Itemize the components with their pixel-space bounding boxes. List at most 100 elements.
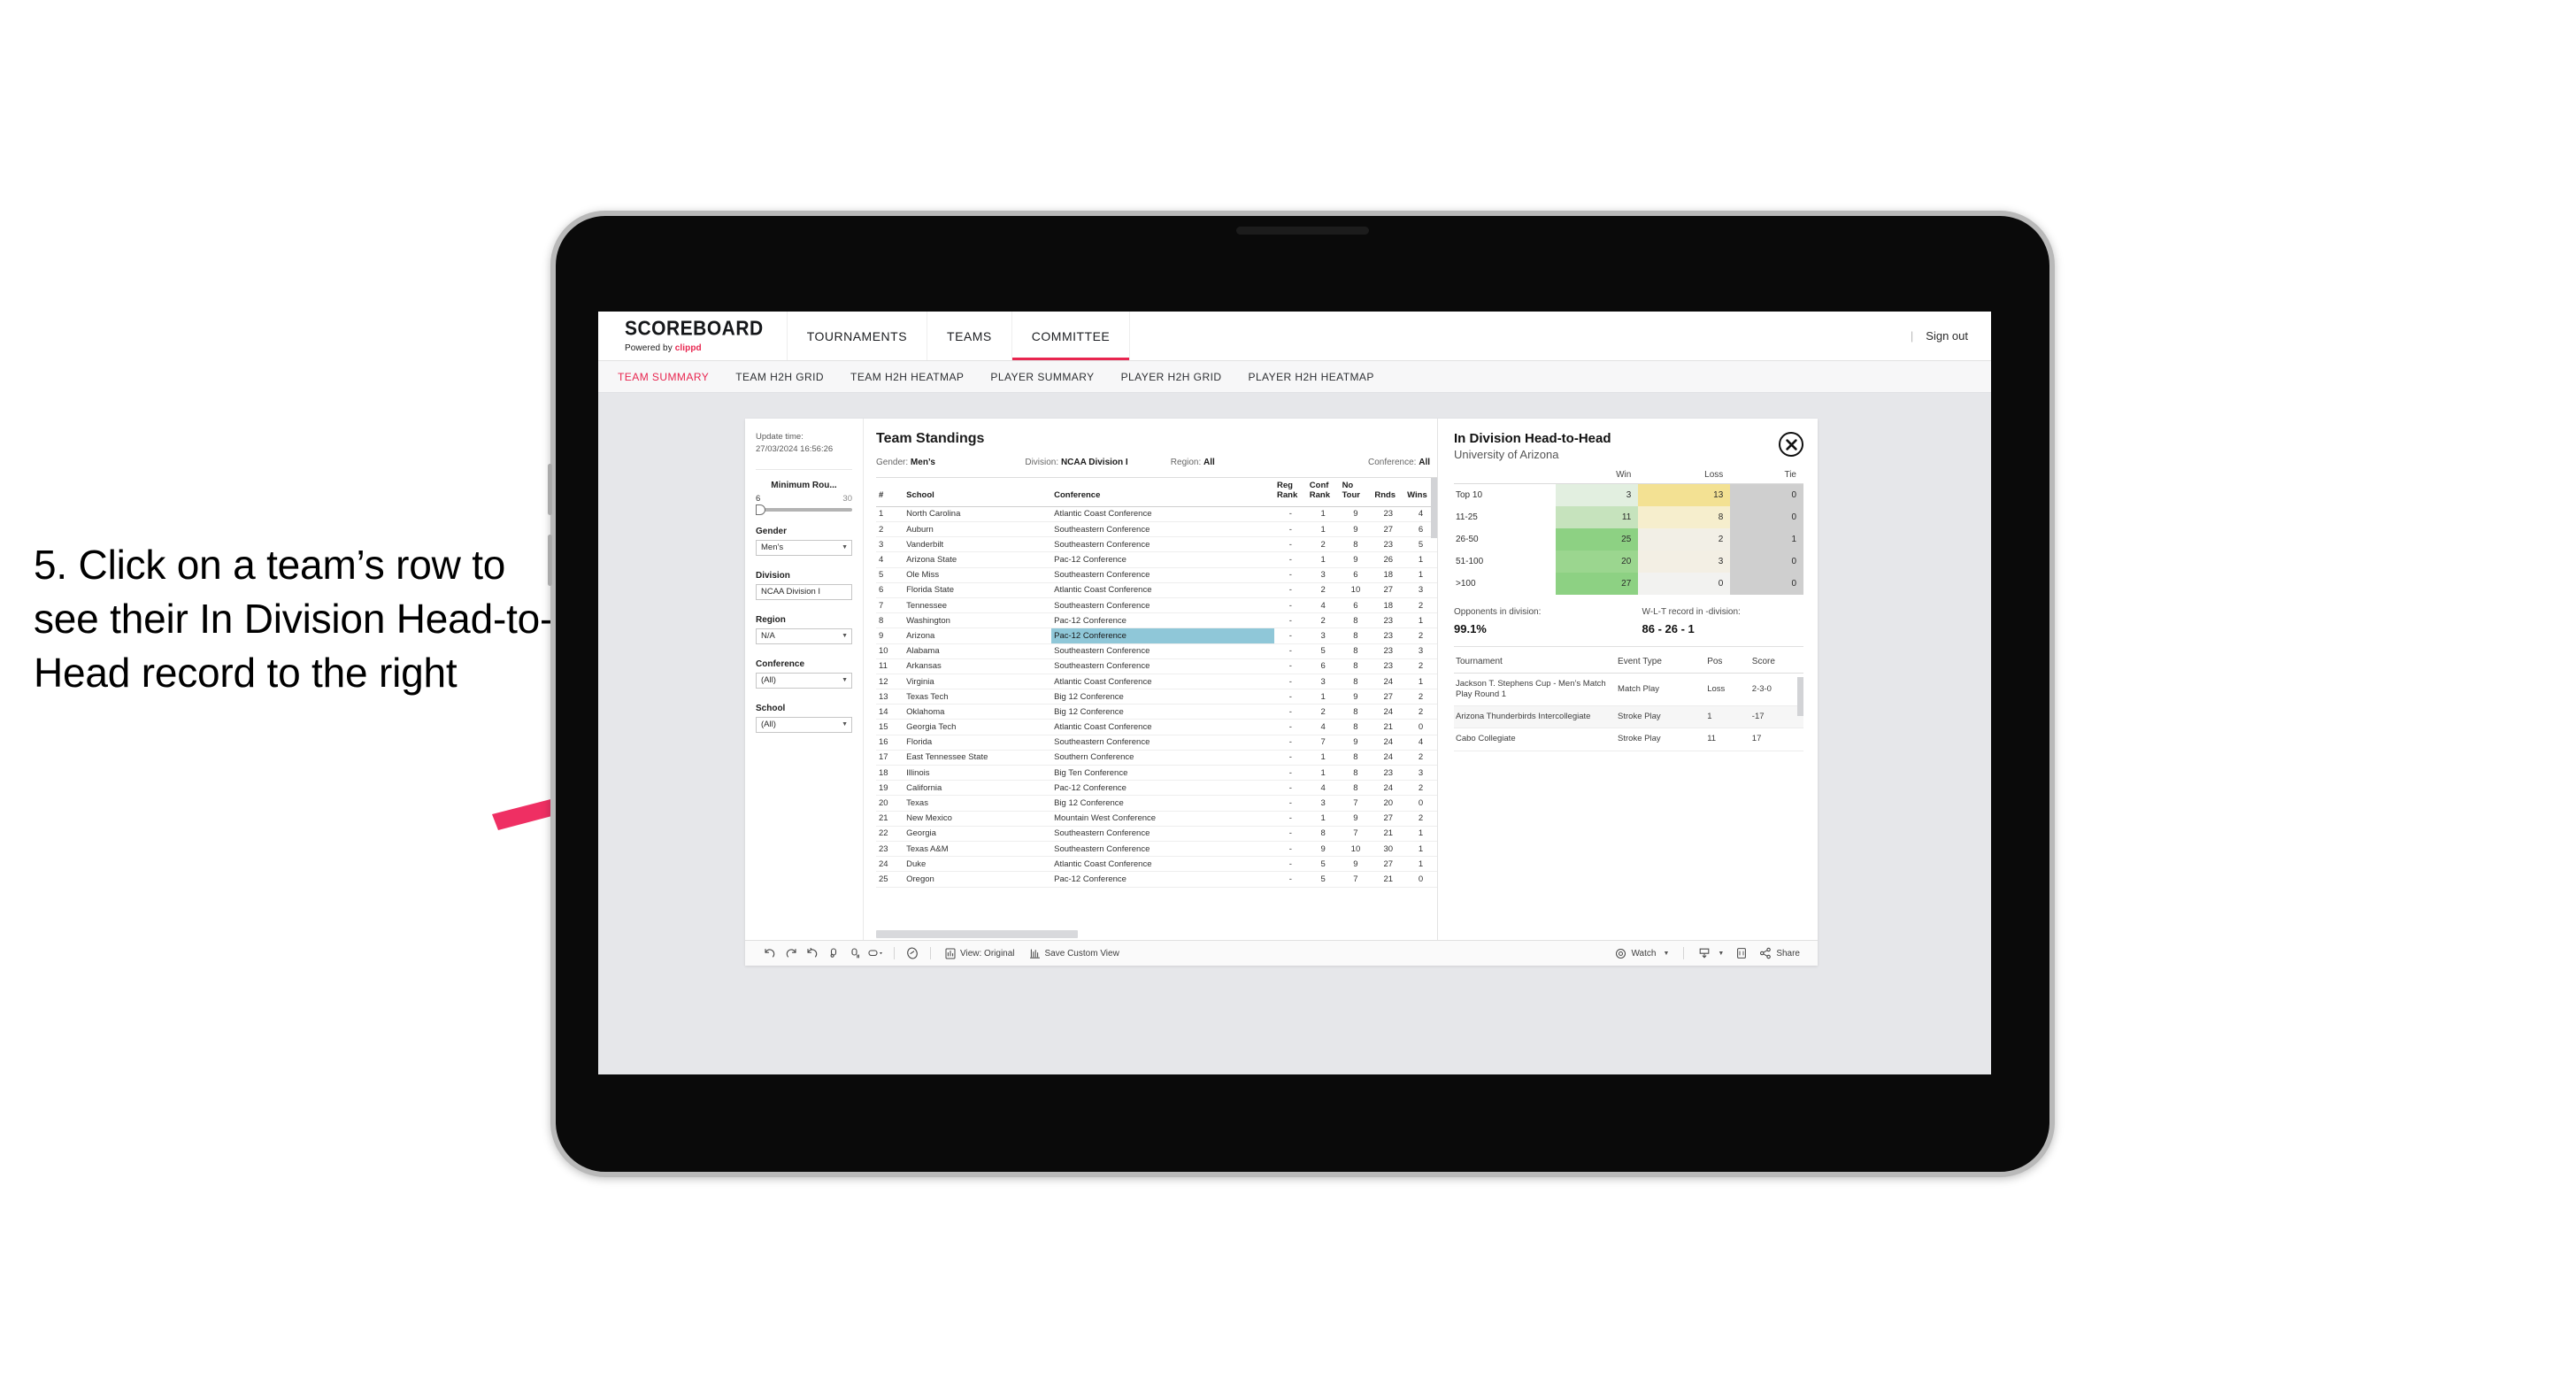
cell-conference: Pac-12 Conference <box>1051 871 1274 888</box>
h2h-row: 26-50 25 2 1 <box>1454 528 1803 551</box>
table-row[interactable]: 5 Ole Miss Southeastern Conference -3 6 18 1 <box>876 567 1437 583</box>
cell-rnds: 27 <box>1372 582 1405 598</box>
nav-item-tournaments[interactable]: TOURNAMENTS <box>788 312 928 360</box>
table-row[interactable]: 6 Florida State Atlantic Coast Conference -… <box>876 582 1437 598</box>
table-row[interactable]: 14 Oklahoma Big 12 Conference -2 8 24 2 <box>876 704 1437 720</box>
tab-team-summary[interactable]: TEAM SUMMARY <box>618 371 709 383</box>
col-header-rnds[interactable]: Rnds <box>1372 478 1405 507</box>
table-row[interactable]: 13 Texas Tech Big 12 Conference -1 9 27 2 <box>876 689 1437 705</box>
nav-item-committee[interactable]: COMMITTEE <box>1011 312 1131 360</box>
select-mode-icon[interactable] <box>865 944 887 962</box>
tab-player-h2h-heatmap[interactable]: PLAYER H2H HEATMAP <box>1248 371 1373 383</box>
cell-wins: 1 <box>1404 567 1437 583</box>
table-row[interactable]: 11 Arkansas Southeastern Conference -6 8 23 2 <box>876 658 1437 674</box>
standings-horizontal-scrollbar[interactable] <box>876 930 1078 938</box>
col-header-reg-rank[interactable]: Reg Rank <box>1274 478 1307 507</box>
table-row[interactable]: 16 Florida Southeastern Conference -7 9 24 4 <box>876 735 1437 751</box>
standings-vertical-scrollbar[interactable] <box>1431 478 1437 538</box>
table-row[interactable]: 3 Vanderbilt Southeastern Conference -2 8 23 5 <box>876 536 1437 553</box>
table-row[interactable]: 21 New Mexico Mountain West Conference -1 9 2… <box>876 811 1437 827</box>
cell-conference: Southeastern Conference <box>1051 643 1274 659</box>
h2h-body: Top 10 3 13 0 11-25 11 8 0 26-50 25 2 1 51-100 20 3 0 >1… <box>1454 483 1803 595</box>
col-header-conf-rank[interactable]: Conf Rank <box>1306 478 1340 507</box>
highlight-icon[interactable] <box>902 944 923 962</box>
col-header-rank[interactable]: # <box>876 478 904 507</box>
cell-rank: 22 <box>876 826 904 842</box>
stat-wlt-value: 86 - 26 - 1 <box>1642 622 1695 635</box>
cell-conf-rank: 1 <box>1306 506 1340 523</box>
pause-icon[interactable] <box>844 944 865 962</box>
table-row[interactable]: 17 East Tennessee State Southern Conferenc… <box>876 750 1437 766</box>
cell-wins: 1 <box>1404 674 1437 690</box>
cell-conference: Big 12 Conference <box>1051 704 1274 720</box>
table-row[interactable]: 7 Tennessee Southeastern Conference -4 6 18 2 <box>876 597 1437 614</box>
save-custom-view-button[interactable]: Save Custom View <box>1022 944 1127 962</box>
table-row[interactable]: 25 Oregon Pac-12 Conference -5 7 21 0 <box>876 871 1437 888</box>
app-top-nav: SCOREBOARD Powered by clippd TOURNAMENTS… <box>598 312 1991 361</box>
table-row[interactable]: 19 California Pac-12 Conference -4 8 24 2 <box>876 780 1437 797</box>
undo-icon[interactable] <box>759 944 780 962</box>
table-row[interactable]: 23 Texas A&M Southeastern Conference -9 10 30… <box>876 841 1437 858</box>
cell-reg-rank: - <box>1274 735 1307 751</box>
cell-rnds: 21 <box>1372 719 1405 735</box>
cell-wins: 1 <box>1404 841 1437 858</box>
table-row[interactable]: 12 Virginia Atlantic Coast Conference -3 8 24… <box>876 674 1437 690</box>
cell-rank: 13 <box>876 689 904 705</box>
dashboard-body: Update time: 27/03/2024 16:56:26 Minimum… <box>745 419 1818 940</box>
watch-button[interactable]: Watch ▼ <box>1608 944 1676 962</box>
h2h-win-cell: 27 <box>1556 573 1639 595</box>
tab-team-h2h-grid[interactable]: TEAM H2H GRID <box>735 371 824 383</box>
redo-icon[interactable] <box>780 944 802 962</box>
cell-conference: Atlantic Coast Conference <box>1051 582 1274 598</box>
region-select[interactable]: N/A ▼ <box>756 628 852 644</box>
refresh-icon[interactable] <box>823 944 844 962</box>
cell-school: Ole Miss <box>904 567 1052 583</box>
table-row[interactable]: 8 Washington Pac-12 Conference -2 8 23 1 <box>876 612 1437 629</box>
table-row[interactable]: 9 Arizona Pac-12 Conference -3 8 23 2 <box>876 628 1437 644</box>
cell-wins: 3 <box>1404 582 1437 598</box>
table-row[interactable]: 24 Duke Atlantic Coast Conference -5 9 27 1 <box>876 856 1437 873</box>
table-row[interactable]: 22 Georgia Southeastern Conference -8 7 21 1 <box>876 826 1437 842</box>
cell-school: Florida State <box>904 582 1052 598</box>
col-header-conference[interactable]: Conference <box>1051 478 1274 507</box>
col-header-no-tour[interactable]: No Tour <box>1339 478 1373 507</box>
cell-rank: 24 <box>876 856 904 873</box>
conference-select[interactable]: (All) ▼ <box>756 672 852 689</box>
division-select[interactable]: NCAA Division I <box>756 583 852 600</box>
tournament-body: Jackson T. Stephens Cup - Men’s Match Pl… <box>1454 673 1803 751</box>
tab-player-h2h-grid[interactable]: PLAYER H2H GRID <box>1121 371 1222 383</box>
table-row[interactable]: 4 Arizona State Pac-12 Conference -1 9 26 1 <box>876 551 1437 568</box>
table-row[interactable]: 1 North Carolina Atlantic Coast Conference… <box>876 506 1437 523</box>
tournament-score: 2-3-0 <box>1749 673 1803 707</box>
table-row[interactable]: 2 Auburn Southeastern Conference -1 9 27 6 <box>876 521 1437 538</box>
nav-item-teams[interactable]: TEAMS <box>927 312 1012 360</box>
school-select[interactable]: (All) ▼ <box>756 716 852 733</box>
min-rounds-slider[interactable] <box>756 504 852 515</box>
gender-select[interactable]: Men’s ▼ <box>756 539 852 556</box>
signout-link[interactable]: Sign out <box>1926 329 1968 343</box>
cell-wins: 1 <box>1404 551 1437 568</box>
table-row[interactable]: 15 Georgia Tech Atlantic Coast Conference -… <box>876 719 1437 735</box>
fullscreen-icon[interactable] <box>1731 944 1752 962</box>
cell-rank: 14 <box>876 704 904 720</box>
close-icon[interactable] <box>1779 432 1803 457</box>
tournament-scrollbar[interactable] <box>1797 677 1803 716</box>
table-row[interactable]: 10 Alabama Southeastern Conference -5 8 23 3 <box>876 643 1437 659</box>
cell-conference: Southeastern Conference <box>1051 597 1274 614</box>
col-header-school[interactable]: School <box>904 478 1052 507</box>
table-row[interactable]: 18 Illinois Big Ten Conference -1 8 23 3 <box>876 765 1437 782</box>
toolbar-divider-2 <box>930 947 931 959</box>
min-rounds-slider-handle[interactable] <box>756 504 765 515</box>
cell-reg-rank: - <box>1274 765 1307 782</box>
table-row[interactable]: 20 Texas Big 12 Conference -3 7 20 0 <box>876 795 1437 812</box>
cell-rnds: 23 <box>1372 658 1405 674</box>
view-original-button[interactable]: View: Original <box>938 944 1022 962</box>
download-button[interactable]: ▼ <box>1691 944 1731 962</box>
tab-player-summary[interactable]: PLAYER SUMMARY <box>990 371 1094 383</box>
h2h-row: Top 10 3 13 0 <box>1454 483 1803 506</box>
tab-team-h2h-heatmap[interactable]: TEAM H2H HEATMAP <box>850 371 964 383</box>
division-value: NCAA Division I <box>761 587 821 597</box>
h2h-win-cell: 20 <box>1556 551 1639 573</box>
revert-icon[interactable] <box>802 944 823 962</box>
share-button[interactable]: Share <box>1752 944 1807 962</box>
